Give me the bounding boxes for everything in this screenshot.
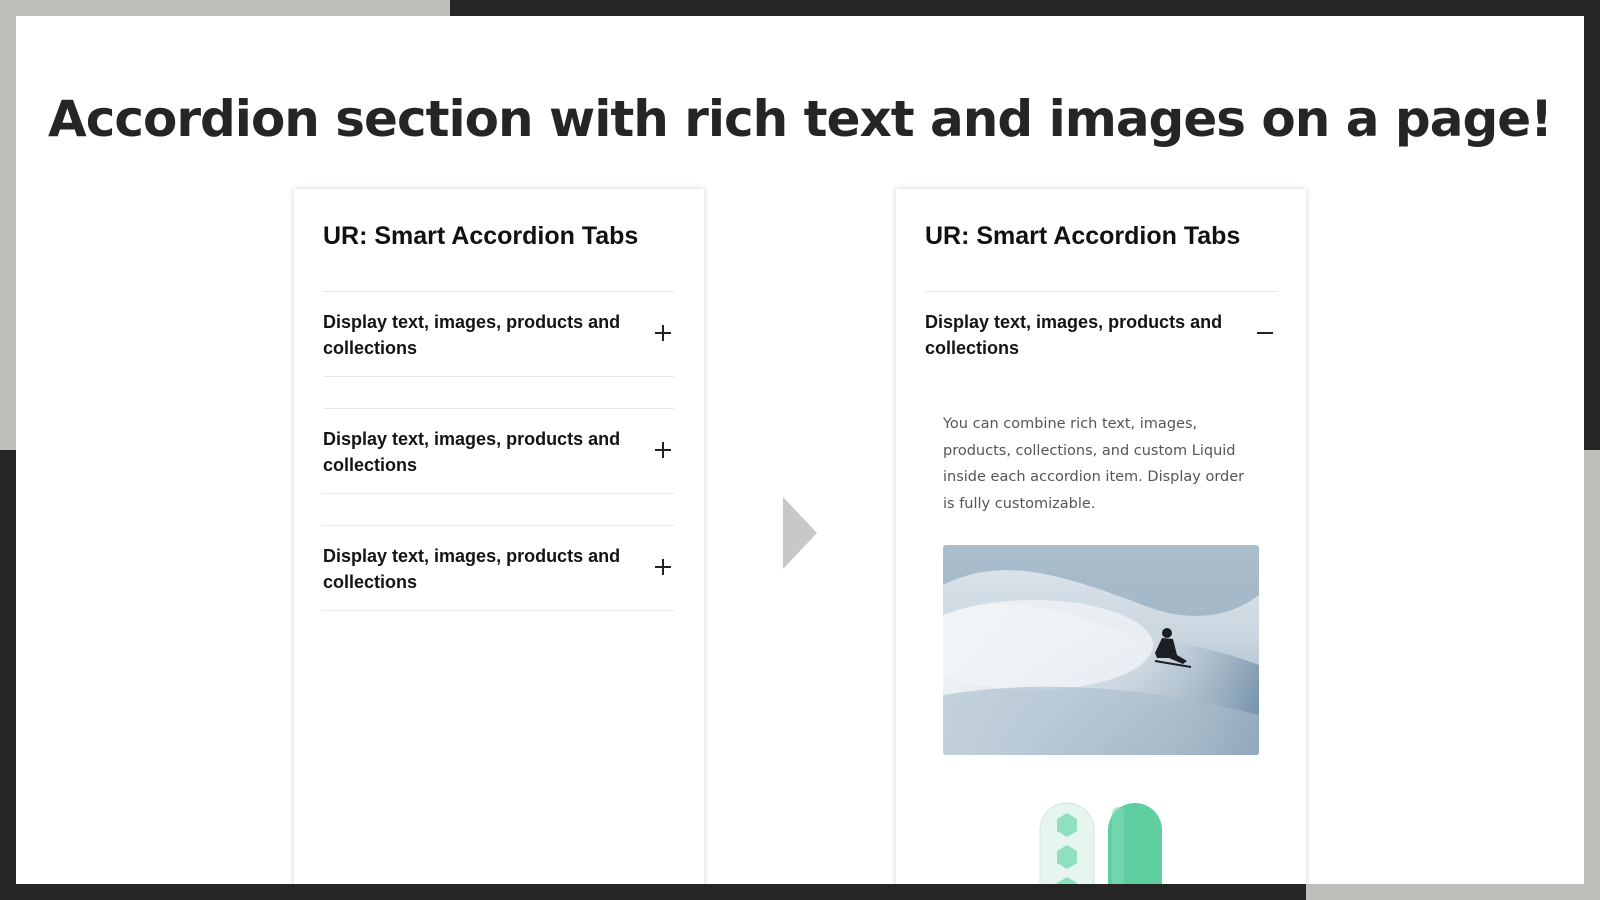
accordion-item-3[interactable]: Display text, images, products and colle… xyxy=(323,525,674,611)
page-title: Accordion section with rich text and ima… xyxy=(48,90,1553,148)
expanded-accordion-preview: UR: Smart Accordion Tabs Display text, i… xyxy=(896,189,1306,884)
panel-title: UR: Smart Accordion Tabs xyxy=(925,222,1241,250)
accordion-item-label: Display text, images, products and colle… xyxy=(925,312,1223,358)
snowboards-image xyxy=(1039,802,1162,884)
accordion-item-2[interactable]: Display text, images, products and colle… xyxy=(323,408,674,494)
accordion-item-label: Display text, images, products and colle… xyxy=(323,312,621,358)
accordion-item-label: Display text, images, products and colle… xyxy=(323,546,621,592)
minus-icon[interactable] xyxy=(1256,324,1274,342)
plus-icon[interactable] xyxy=(654,441,672,459)
accordion-item-1[interactable]: Display text, images, products and colle… xyxy=(323,291,674,377)
chevron-right-icon xyxy=(783,497,817,569)
plus-icon[interactable] xyxy=(654,324,672,342)
collapsed-accordion-preview: UR: Smart Accordion Tabs Display text, i… xyxy=(294,189,704,884)
slide-canvas: Accordion section with rich text and ima… xyxy=(16,16,1584,884)
accordion-item-open[interactable]: Display text, images, products and colle… xyxy=(925,291,1276,358)
plus-icon[interactable] xyxy=(654,558,672,576)
snowboarder-photo xyxy=(943,545,1259,755)
accordion-item-label: Display text, images, products and colle… xyxy=(323,429,621,475)
panel-title: UR: Smart Accordion Tabs xyxy=(323,222,639,250)
accordion-item-body: You can combine rich text, images, produ… xyxy=(943,416,1245,512)
